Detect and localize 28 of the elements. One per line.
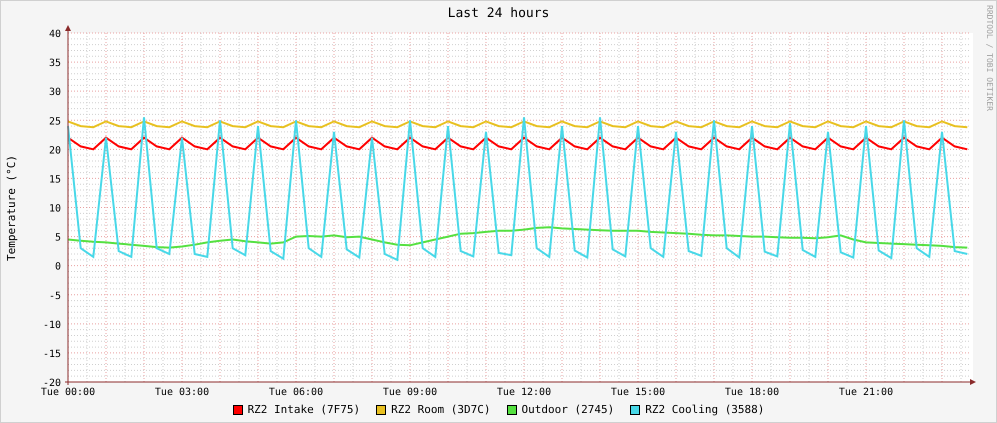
x-tick-label: Tue 12:00: [496, 387, 552, 398]
y-tick-label: 30: [48, 87, 61, 98]
x-tick-label: Tue 09:00: [382, 387, 438, 398]
y-tick-label: 40: [48, 29, 61, 40]
y-tick-label: 5: [54, 232, 61, 244]
y-tick-label: 35: [48, 58, 61, 70]
y-axis-label: Temperature (°C): [5, 155, 18, 261]
legend-label: RZ2 Cooling (3588): [645, 403, 764, 416]
y-tick-label: -10: [42, 320, 61, 331]
y-tick-label: 15: [48, 174, 61, 186]
x-tick-label: Tue 03:00: [154, 387, 210, 398]
y-tick-label: -20: [42, 378, 61, 389]
x-tick-label: Tue 06:00: [268, 387, 324, 398]
x-tick-label: Tue 18:00: [724, 387, 780, 398]
x-tick-label: Tue 15:00: [610, 387, 666, 398]
legend-label: RZ2 Intake (7F75): [248, 403, 360, 416]
legend-label: RZ2 Room (3D7C): [391, 403, 490, 416]
y-tick-label: 25: [48, 116, 61, 128]
x-tick-label: Tue 21:00: [838, 387, 894, 398]
x-tick-label: Tue 00:00: [40, 387, 96, 398]
y-tick-label: 0: [54, 262, 61, 273]
credit-text: RRDTOOL / TOBI OETIKER: [984, 5, 994, 111]
y-tick-label: -15: [42, 348, 61, 360]
y-tick-label: 10: [48, 204, 61, 214]
y-tick-label: -5: [48, 290, 61, 302]
legend-label: Outdoor (2745): [522, 403, 614, 416]
y-tick-label: 20: [48, 145, 61, 156]
chart-title: Last 24 hours: [448, 5, 550, 23]
